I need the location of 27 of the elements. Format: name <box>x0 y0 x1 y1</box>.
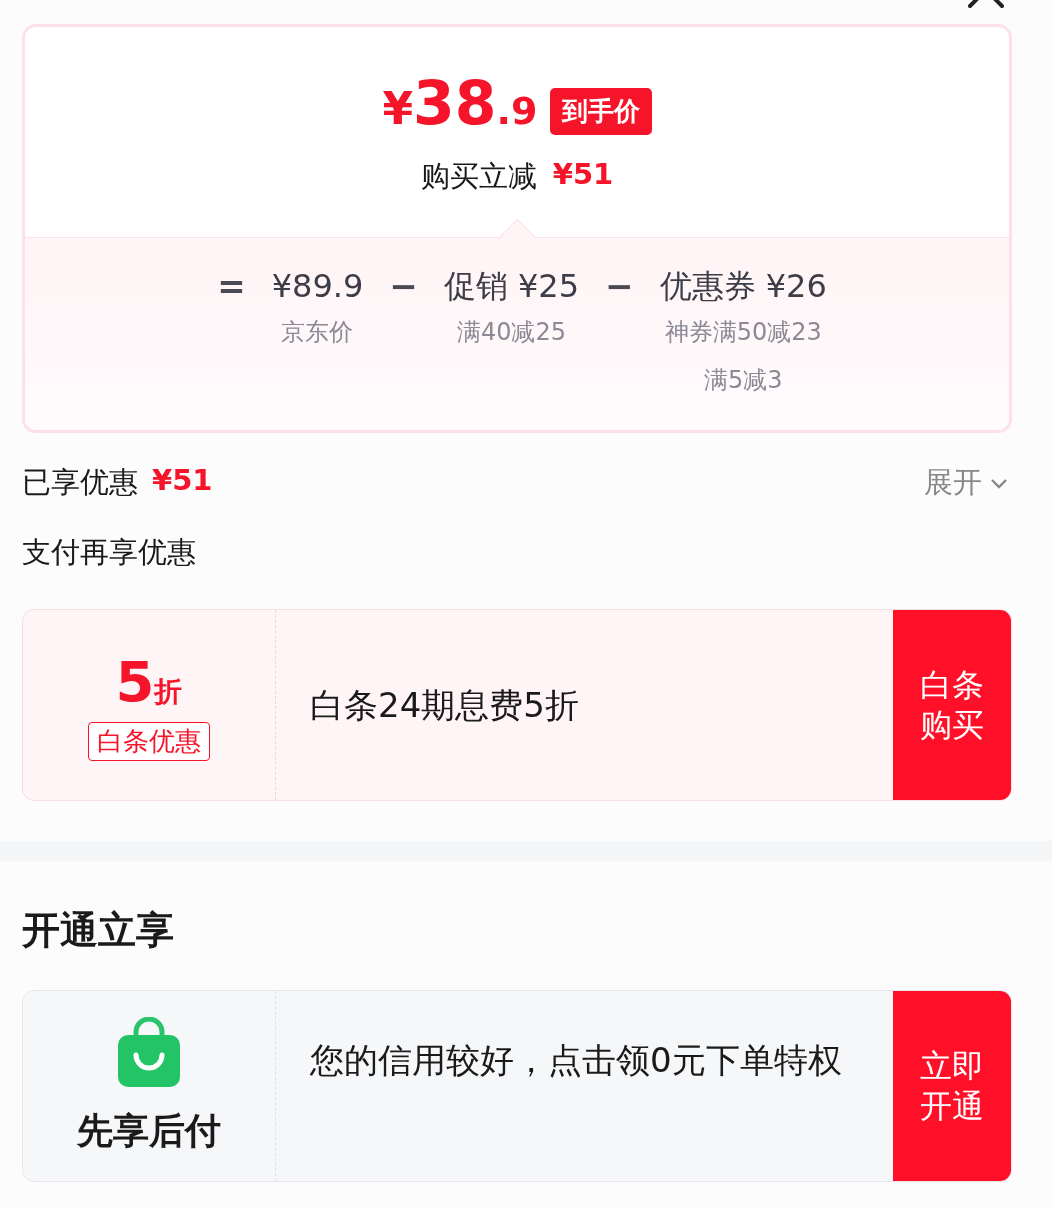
offer-label: 先享后付 <box>77 1108 221 1153</box>
term-amount: ¥89.9 <box>271 266 364 307</box>
term-amount: 促销 ¥25 <box>443 266 580 307</box>
operator-sign: − <box>389 265 418 308</box>
offer-text: 白条24期息费5折 <box>309 684 580 727</box>
term-note: 满5减3 <box>703 365 783 396</box>
saving-label: 购买立减 <box>420 158 537 195</box>
offer-tag: 白条优惠 <box>88 722 210 761</box>
term-note: 京东价 <box>281 317 354 348</box>
discount-value: 5折 <box>115 649 183 714</box>
final-price: ¥38.9 <box>382 73 538 140</box>
term-note: 神券满50减23 <box>664 317 822 348</box>
offer-text: 您的信用较好，点击领0元下单特权 <box>309 1039 843 1082</box>
expand-toggle[interactable]: 展开 <box>924 463 1012 503</box>
term-note: 满40减25 <box>456 317 566 348</box>
section-title: 开通立享 <box>22 907 175 954</box>
saving-amount: ¥51 <box>552 157 614 193</box>
term-amount: 优惠券 ¥26 <box>659 266 827 307</box>
summary-label: 已享优惠 <box>22 464 138 501</box>
price-badge: 到手价 <box>549 87 652 135</box>
summary-amount: ¥51 <box>152 463 213 499</box>
offer-button[interactable]: 白条购买 <box>893 610 1011 800</box>
section-title: 支付再享优惠 <box>22 534 197 571</box>
offer-button[interactable]: 立即开通 <box>893 991 1011 1181</box>
shopping-bag-icon <box>116 1016 182 1089</box>
operator-sign: = <box>217 265 246 308</box>
operator-sign: − <box>605 265 634 308</box>
